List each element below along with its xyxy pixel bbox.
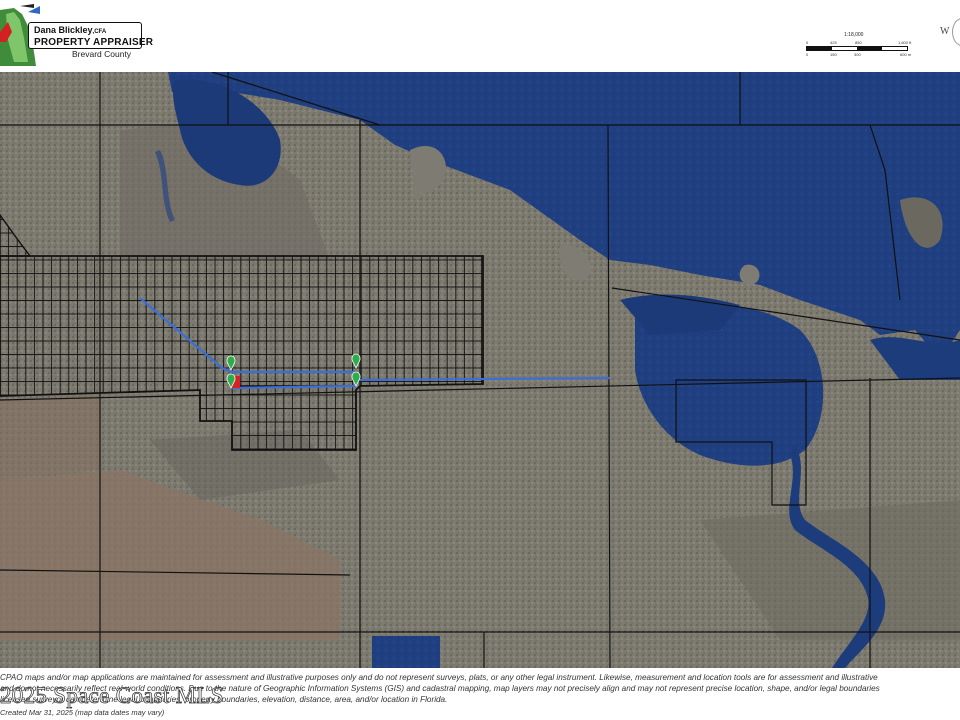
scale-tick: 1,600 ft [898,40,912,45]
mls-watermark: 2025 Space Coast MLS [0,683,224,709]
office-title: PROPERTY APPRAISER [34,37,154,48]
disclaimer-line-1: CPAO maps and/or map applications are ma… [0,673,878,682]
scale-tick: 425 [830,40,837,45]
aerial-map[interactable] [0,72,960,668]
map-created-date: Created Mar 31, 2025 (map data dates may… [0,708,165,717]
scale-ratio: 1:18,000 [844,32,864,38]
scale-tick: 150 [830,52,837,57]
county-name: Brevard County [72,49,132,59]
agency-name-box: Dana Blickley,CFA PROPERTY APPRAISER [28,22,154,49]
scale-graphic [806,46,908,51]
scale-tick: 0 [806,40,809,45]
map-header: Dana Blickley,CFA PROPERTY APPRAISER Bre… [0,0,960,72]
scale-tick: 300 [854,52,861,57]
north-arrow-icon [952,18,960,46]
appraiser-name: Dana Blickley,CFA [34,25,107,35]
scale-tick: 850 [855,40,862,45]
scale-tick: 600 m [900,52,912,57]
scale-bar: 1:18,000 0 425 850 1,600 ft 0 150 300 60… [806,32,914,60]
compass-label: W [940,26,950,37]
scale-tick: 0 [806,52,809,57]
map-canvas[interactable] [0,72,960,668]
property-appraiser-logo: Dana Blickley,CFA PROPERTY APPRAISER Bre… [0,0,154,66]
